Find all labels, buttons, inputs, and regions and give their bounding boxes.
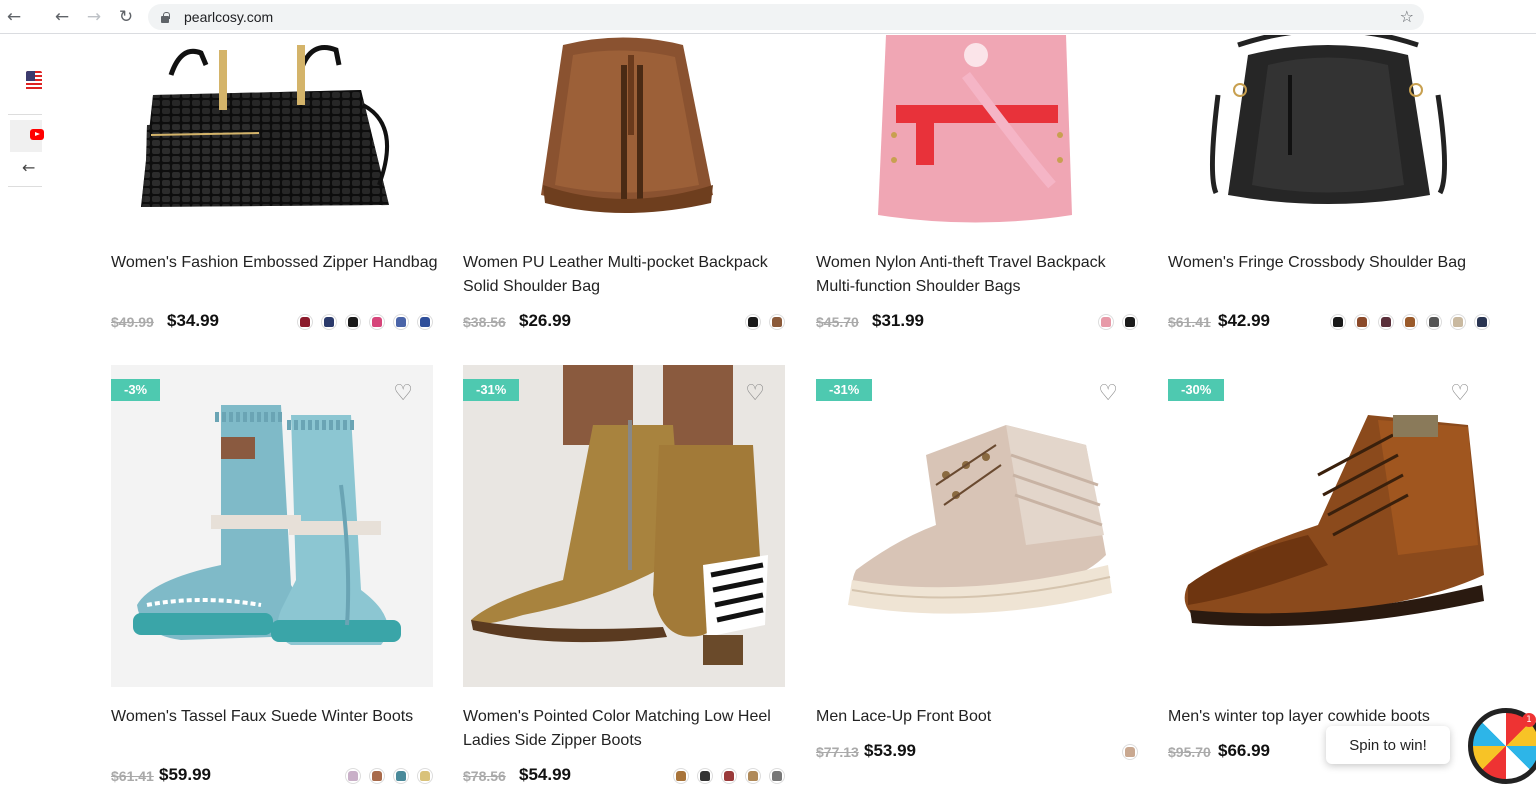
original-price: $95.70 <box>1168 744 1211 760</box>
color-swatch[interactable] <box>345 768 361 784</box>
spin-to-win-button[interactable]: Spin to win! <box>1326 726 1450 764</box>
color-swatch[interactable] <box>1378 314 1394 330</box>
color-swatch[interactable] <box>769 314 785 330</box>
sale-price: $53.99 <box>864 741 916 760</box>
color-swatches <box>1122 744 1138 760</box>
original-price: $38.56 <box>463 314 506 330</box>
product-image[interactable] <box>816 35 1138 225</box>
sale-price: $34.99 <box>167 311 219 330</box>
price-row: $77.13 $53.99 <box>816 741 1138 763</box>
back-arrow-icon[interactable]: ← <box>48 3 76 31</box>
color-swatches <box>297 314 433 330</box>
address-bar[interactable]: pearlcosy.com ☆ <box>148 4 1424 30</box>
sale-price: $54.99 <box>519 765 571 784</box>
color-swatch[interactable] <box>1122 314 1138 330</box>
discount-badge: -3% <box>111 379 161 401</box>
color-swatch[interactable] <box>1426 314 1442 330</box>
color-swatch[interactable] <box>745 768 761 784</box>
original-price: $45.70 <box>816 314 859 330</box>
discount-badge: -30% <box>1168 379 1225 401</box>
color-swatch[interactable] <box>745 314 761 330</box>
color-swatches <box>1098 314 1138 330</box>
color-swatches <box>1330 314 1490 330</box>
original-price: $77.13 <box>816 744 859 760</box>
color-swatch[interactable] <box>1122 744 1138 760</box>
sale-price: $59.99 <box>159 765 211 784</box>
color-swatch[interactable] <box>369 314 385 330</box>
product-image[interactable] <box>463 35 785 225</box>
product-name[interactable]: Women's Fringe Crossbody Shoulder Bag <box>1168 251 1498 275</box>
color-swatch[interactable] <box>721 768 737 784</box>
wishlist-heart-icon[interactable]: ♡ <box>745 383 765 405</box>
color-swatch[interactable] <box>697 768 713 784</box>
sale-price: $42.99 <box>1218 311 1270 330</box>
product-image[interactable]: -3% ♡ <box>111 365 433 687</box>
youtube-tab[interactable] <box>10 120 44 152</box>
forward-icon[interactable]: → <box>80 3 108 31</box>
product-image[interactable] <box>1168 35 1490 225</box>
color-swatch[interactable] <box>321 314 337 330</box>
color-swatch[interactable] <box>393 314 409 330</box>
youtube-icon <box>30 129 44 140</box>
price-row: $78.56 $54.99 <box>463 765 785 787</box>
product-name[interactable]: Women Nylon Anti-theft Travel Backpack M… <box>816 251 1146 299</box>
sale-price: $31.99 <box>872 311 924 330</box>
product-image[interactable]: -31% ♡ <box>463 365 785 687</box>
original-price: $78.56 <box>463 768 506 784</box>
color-swatch[interactable] <box>393 768 409 784</box>
color-swatch[interactable] <box>297 314 313 330</box>
collapse-arrow-icon[interactable]: ← <box>22 158 35 177</box>
original-price: $61.41 <box>111 768 154 784</box>
color-swatch[interactable] <box>673 768 689 784</box>
price-row: $49.99 $34.99 <box>111 311 433 333</box>
url-text: pearlcosy.com <box>184 9 274 25</box>
original-price: $61.41 <box>1168 314 1211 330</box>
reload-icon[interactable]: ↻ <box>112 3 140 31</box>
price-row: $38.56 $26.99 <box>463 311 785 333</box>
color-swatch[interactable] <box>1450 314 1466 330</box>
sale-price: $26.99 <box>519 311 571 330</box>
lock-icon <box>160 12 170 23</box>
color-swatch[interactable] <box>1098 314 1114 330</box>
browser-toolbar: ← ← → ↻ pearlcosy.com ☆ <box>0 0 1536 34</box>
discount-badge: -31% <box>816 379 873 401</box>
product-name[interactable]: Women PU Leather Multi-pocket Backpack S… <box>463 251 793 299</box>
back-icon[interactable]: ← <box>0 3 28 31</box>
us-flag-icon[interactable] <box>26 71 42 91</box>
product-image[interactable]: -31% ♡ <box>816 365 1138 687</box>
price-row: $61.41 $59.99 <box>111 765 433 787</box>
bookmark-star-icon[interactable]: ☆ <box>1400 7 1414 26</box>
product-name[interactable]: Men Lace-Up Front Boot <box>816 705 1146 729</box>
price-row: $45.70 $31.99 <box>816 311 1138 333</box>
divider <box>8 186 42 187</box>
color-swatches <box>673 768 785 784</box>
product-image[interactable]: -30% ♡ <box>1168 365 1490 687</box>
color-swatch[interactable] <box>769 768 785 784</box>
wishlist-heart-icon[interactable]: ♡ <box>1450 383 1470 405</box>
color-swatches <box>745 314 785 330</box>
divider <box>8 114 42 115</box>
color-swatch[interactable] <box>417 768 433 784</box>
color-swatch[interactable] <box>1354 314 1370 330</box>
original-price: $49.99 <box>111 314 154 330</box>
color-swatch[interactable] <box>345 314 361 330</box>
color-swatch[interactable] <box>369 768 385 784</box>
wishlist-heart-icon[interactable]: ♡ <box>393 383 413 405</box>
color-swatch[interactable] <box>1402 314 1418 330</box>
sale-price: $66.99 <box>1218 741 1270 760</box>
discount-badge: -31% <box>463 379 520 401</box>
color-swatch[interactable] <box>1330 314 1346 330</box>
wishlist-heart-icon[interactable]: ♡ <box>1098 383 1118 405</box>
notification-badge: 1 <box>1522 713 1536 727</box>
product-name[interactable]: Women's Tassel Faux Suede Winter Boots <box>111 705 441 729</box>
product-name[interactable]: Women's Pointed Color Matching Low Heel … <box>463 705 793 753</box>
price-row: $61.41 $42.99 <box>1168 311 1490 333</box>
color-swatch[interactable] <box>1474 314 1490 330</box>
product-image[interactable] <box>111 35 433 225</box>
color-swatches <box>345 768 433 784</box>
product-name[interactable]: Women's Fashion Embossed Zipper Handbag <box>111 251 441 275</box>
color-swatch[interactable] <box>417 314 433 330</box>
